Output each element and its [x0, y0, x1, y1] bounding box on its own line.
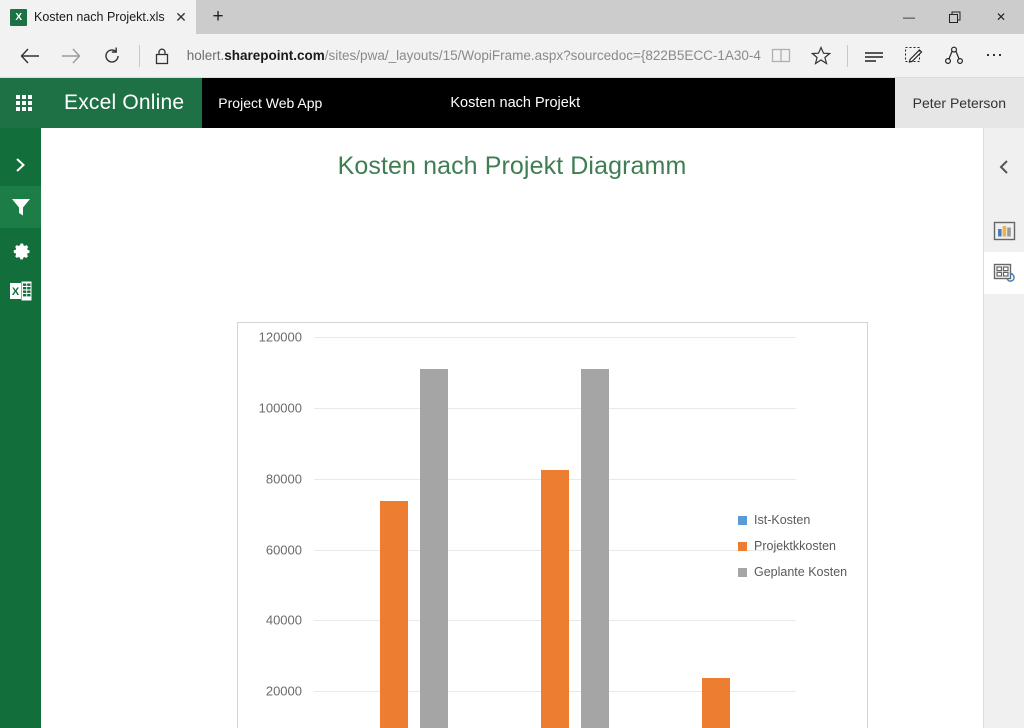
funnel-icon — [11, 199, 30, 216]
favorites-button[interactable] — [801, 38, 841, 74]
browser-tab[interactable]: X Kosten nach Projekt.xls› ✕ — [0, 0, 196, 34]
new-tab-button[interactable]: + — [196, 0, 240, 34]
legend-item[interactable]: Ist-Kosten — [738, 513, 847, 527]
legend-label: Geplante Kosten — [754, 565, 848, 579]
arrow-right-icon — [62, 48, 81, 63]
y-axis-tick-label: 60000 — [265, 542, 302, 557]
y-axis-tick-label: 100000 — [258, 400, 302, 416]
y-axis-tick-label: 20000 — [265, 683, 302, 699]
bar-group — [475, 337, 636, 728]
url-host-prefix: holert. — [186, 48, 225, 63]
legend-swatch — [738, 541, 747, 551]
url-host-domain: sharepoint.com — [224, 48, 325, 63]
hub-lines-icon — [865, 51, 883, 62]
collapse-pane-button[interactable] — [984, 146, 1024, 188]
legend-label: Ist-Kosten — [754, 513, 811, 527]
app-launcher-button[interactable] — [0, 78, 48, 128]
bar-group — [314, 337, 475, 728]
user-name[interactable]: Peter Peterson — [894, 78, 1024, 128]
refresh-icon — [105, 47, 119, 63]
document-title: Kosten nach Projekt — [450, 95, 581, 111]
share-button[interactable] — [934, 38, 974, 74]
minimize-button[interactable]: — — [886, 0, 932, 34]
restore-icon — [948, 11, 960, 23]
excel-favicon-icon: X — [10, 8, 27, 26]
right-rail-gap — [984, 188, 1024, 210]
tab-strip: X Kosten nach Projekt.xls› ✕ + — ✕ — [0, 0, 1024, 34]
bar[interactable] — [380, 500, 409, 728]
chevron-left-icon — [999, 160, 1008, 174]
legend-item[interactable]: Projektkkosten — [738, 539, 847, 553]
toolbar-divider-2 — [847, 44, 848, 67]
browser-toolbar: holert. sharepoint.com/sites/pwa/_layouts… — [0, 34, 1024, 78]
right-rail — [983, 128, 1024, 728]
y-axis-tick-label: 40000 — [265, 612, 302, 628]
star-icon — [811, 46, 831, 65]
more-button[interactable]: ⋯ — [974, 38, 1014, 74]
settings-button[interactable] — [0, 228, 41, 270]
window-controls: — ✕ — [886, 0, 1024, 34]
legend-item[interactable]: Geplante Kosten — [738, 565, 847, 579]
bar-chart-icon — [993, 221, 1015, 241]
legend-swatch — [738, 515, 747, 525]
app-launcher-icon — [16, 95, 32, 111]
browser-window: X Kosten nach Projekt.xls› ✕ + — ✕ holer… — [0, 0, 1024, 728]
bar[interactable] — [541, 470, 569, 728]
tab-title: Kosten nach Projekt.xls› — [34, 10, 165, 24]
brand-excel-online[interactable]: Excel Online — [48, 78, 203, 128]
reading-view-button[interactable] — [761, 38, 801, 74]
close-button[interactable]: ✕ — [978, 0, 1024, 34]
chart-view-button[interactable] — [984, 210, 1024, 252]
bar[interactable] — [420, 368, 449, 728]
web-note-button[interactable] — [894, 38, 934, 74]
address-bar[interactable]: holert. sharepoint.com/sites/pwa/_layouts… — [179, 38, 761, 74]
plot-wrapper: 120000100000800006000040000200000 Holert… — [238, 323, 867, 728]
toolbar-divider — [138, 44, 140, 67]
bar-groups — [314, 337, 796, 728]
table-refresh-icon — [993, 263, 1015, 282]
svg-text:X: X — [11, 286, 19, 298]
chart-title: Kosten nach Projekt Diagramm — [337, 152, 687, 180]
y-axis-tick-label: 80000 — [265, 471, 302, 487]
toolbar-icons: ⋯ — [761, 38, 1014, 74]
chart-container[interactable]: 120000100000800006000040000200000 Holert… — [237, 322, 868, 728]
open-in-excel-button[interactable]: X — [0, 270, 41, 312]
book-icon — [771, 48, 791, 63]
bar[interactable] — [581, 368, 609, 728]
legend-label: Projektkkosten — [754, 539, 836, 553]
pencil-note-icon — [905, 46, 923, 63]
suite-bar: Excel Online Project Web App Kosten nach… — [0, 78, 1024, 128]
gear-icon — [13, 243, 30, 260]
forward-button[interactable] — [51, 38, 92, 74]
expand-pane-button[interactable] — [0, 144, 41, 186]
share-icon — [944, 46, 964, 64]
chevron-right-icon — [16, 158, 25, 172]
suite-spacer — [596, 78, 895, 128]
filter-button[interactable] — [0, 186, 41, 228]
hub-button[interactable] — [854, 38, 894, 74]
legend-swatch — [738, 567, 747, 577]
suite-link-project-web-app[interactable]: Project Web App — [202, 78, 338, 128]
refresh-data-button[interactable] — [984, 252, 1024, 294]
arrow-left-icon — [20, 48, 40, 63]
refresh-button[interactable] — [92, 38, 133, 74]
site-security-lock[interactable] — [146, 38, 179, 74]
excel-icon: X — [9, 281, 31, 301]
workspace: X Kosten nach Projekt Diagramm 120000 100… — [0, 128, 1024, 728]
chart-legend: Ist-Kosten Projektkkosten Geplante Kosten — [738, 513, 847, 579]
document-canvas: Kosten nach Projekt Diagramm 120000 10000… — [41, 128, 983, 728]
left-rail: X — [0, 128, 41, 728]
restore-button[interactable] — [932, 0, 978, 34]
y-axis-tick-label: 120000 — [258, 329, 302, 345]
tab-close-icon[interactable]: ✕ — [172, 8, 190, 26]
bar[interactable] — [701, 678, 730, 728]
back-button[interactable] — [10, 38, 51, 74]
lock-icon — [156, 48, 169, 64]
plot-area — [314, 337, 796, 728]
url-path: /sites/pwa/_layouts/15/WopiFrame.aspx?so… — [324, 48, 761, 63]
